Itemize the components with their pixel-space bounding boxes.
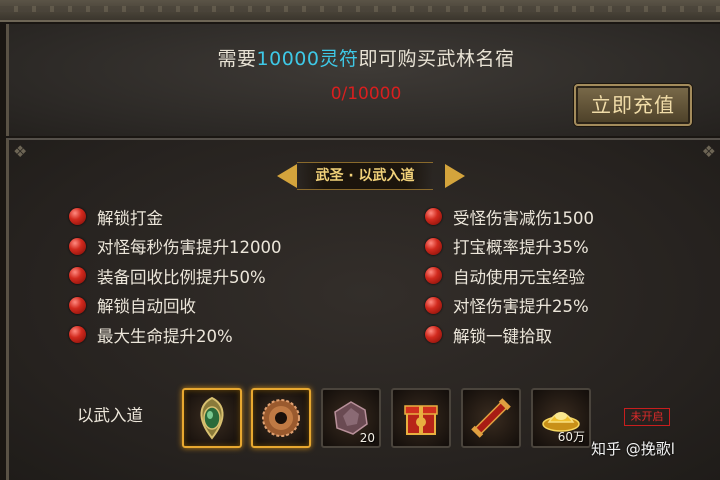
- red-gift-box-icon: [404, 405, 438, 435]
- red-scroll-icon: [471, 398, 511, 438]
- red-orb-icon: [425, 237, 442, 255]
- bronze-ring-icon: [262, 399, 300, 437]
- prev-tier-arrow-icon[interactable]: [277, 164, 297, 188]
- item-slot[interactable]: [461, 388, 521, 448]
- item-slot[interactable]: 20: [321, 388, 381, 448]
- attribute-item: 受怪伤害减伤1500: [425, 202, 594, 232]
- item-count: 60万: [557, 430, 585, 444]
- recharge-now-button[interactable]: 立即充值: [574, 84, 692, 126]
- attribute-item: 自动使用元宝经验: [425, 261, 594, 291]
- red-orb-icon: [425, 296, 442, 314]
- tier-title: 武圣 · 以武入道: [297, 162, 433, 190]
- item-slot[interactable]: [182, 388, 242, 448]
- item-slot[interactable]: [251, 388, 311, 448]
- item-slot[interactable]: 60万: [531, 388, 591, 448]
- privilege-panel: ❖ ❖ 武圣 · 以武入道 解锁打金 对怪每秒伤害提升12000 装备回收比例提…: [6, 138, 720, 480]
- attribute-item: 解锁打金: [69, 202, 282, 232]
- status-badge: 未开启: [624, 408, 670, 426]
- red-orb-icon: [69, 267, 86, 285]
- red-orb-icon: [425, 267, 442, 285]
- jade-pendant-icon: [200, 396, 224, 440]
- purchase-panel: 需要10000灵符即可购买武林名宿 0/10000 立即充值: [6, 24, 720, 136]
- corner-ornament-icon: ❖: [13, 142, 28, 161]
- required-amount: 10000灵符: [256, 48, 359, 70]
- attribute-item: 装备回收比例提升50%: [69, 261, 282, 291]
- next-tier-arrow-icon[interactable]: [445, 164, 465, 188]
- red-orb-icon: [69, 326, 86, 344]
- red-orb-icon: [69, 237, 86, 255]
- purchase-requirement: 需要10000灵符即可购买武林名宿: [217, 48, 515, 70]
- item-slot[interactable]: [391, 388, 451, 448]
- watermark: 知乎 @挽歌l: [591, 440, 675, 458]
- attribute-item: 最大生命提升20%: [69, 320, 282, 350]
- items-label: 以武入道: [77, 406, 143, 425]
- attribute-item: 对怪伤害提升25%: [425, 291, 594, 321]
- top-frame-border: [0, 0, 720, 22]
- right-attribute-list: 受怪伤害减伤1500 打宝概率提升35% 自动使用元宝经验 对怪伤害提升25% …: [425, 202, 594, 350]
- red-orb-icon: [69, 296, 86, 314]
- attribute-item: 解锁一键拾取: [425, 320, 594, 350]
- red-orb-icon: [425, 208, 442, 226]
- red-orb-icon: [425, 326, 442, 344]
- attribute-item: 打宝概率提升35%: [425, 232, 594, 262]
- red-orb-icon: [69, 208, 86, 226]
- corner-ornament-icon: ❖: [701, 142, 716, 161]
- attribute-item: 对怪每秒伤害提升12000: [69, 232, 282, 262]
- item-count: 20: [359, 431, 375, 445]
- left-attribute-list: 解锁打金 对怪每秒伤害提升12000 装备回收比例提升50% 解锁自动回收 最大…: [69, 202, 282, 350]
- attribute-item: 解锁自动回收: [69, 291, 282, 321]
